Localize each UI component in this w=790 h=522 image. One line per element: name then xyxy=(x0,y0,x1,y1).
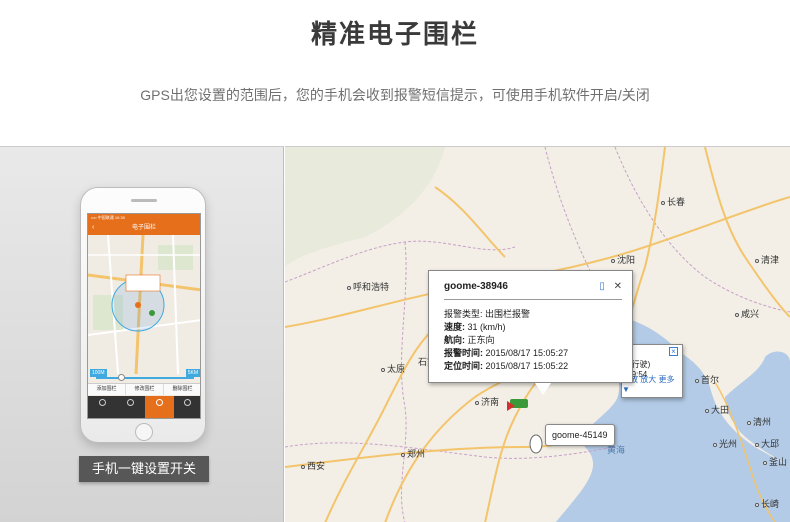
close-icon[interactable]: × xyxy=(669,347,678,356)
phone-screen: •••• 中国联通 10:35 ‹ 电子围栏 100M 5KM 添加围栏 修改围… xyxy=(87,213,201,419)
slider-track[interactable] xyxy=(96,377,194,379)
tab-location[interactable] xyxy=(88,396,117,418)
add-fence-button[interactable]: 添加围栏 xyxy=(88,384,126,395)
city-fushan: 釜山 xyxy=(763,455,787,468)
phone-speaker xyxy=(131,199,157,202)
city-qingjin: 清津 xyxy=(755,253,779,266)
radius-slider[interactable]: 100M 5KM xyxy=(88,369,200,381)
chevron-left-icon[interactable]: ‹ xyxy=(92,221,94,235)
popup-title: goome-38946 xyxy=(444,281,622,300)
car-icon xyxy=(127,399,135,406)
city-xian: 西安 xyxy=(301,459,325,472)
city-shenyang: 沈阳 xyxy=(611,253,635,266)
map-panel[interactable]: 长春 沈阳 呼和浩特 清津 咸兴 首尔 大田 清州 光州 大邱 釜山 太原 石家… xyxy=(285,146,790,522)
page-title: 精准电子围栏 xyxy=(310,19,479,49)
app-header-title: 电子围栏 xyxy=(131,225,156,231)
city-taiyuan: 太原 xyxy=(381,362,405,375)
info-icon xyxy=(184,399,192,406)
city-zhengzhou: 郑州 xyxy=(401,447,425,460)
city-daqiu: 大邱 xyxy=(755,437,779,450)
vehicle-marker-label[interactable]: goome-45149 xyxy=(545,424,615,446)
tab-user[interactable] xyxy=(145,396,174,418)
popup-row-alarm-time: 报警时间: 2015/08/17 15:05:27 xyxy=(444,348,569,358)
popup-row-alarm-type: 报警类型: 出围栏报警 xyxy=(444,309,531,319)
city-jinan: 济南 xyxy=(475,395,499,408)
popup-row-heading: 航向: 正东向 xyxy=(444,335,495,345)
city-changqi: 长崎 xyxy=(755,497,779,510)
location-icon xyxy=(98,399,106,406)
page-subtitle: GPS出您设置的范围后，您的手机会收到报警短信提示，可使用手机软件开启/关闭 xyxy=(140,87,650,103)
user-icon xyxy=(155,399,163,406)
alarm-info-popup: ▯ ✕ goome-38946 报警类型: 出围栏报警 速度: 31 (km/h… xyxy=(428,270,633,383)
city-changchun: 长春 xyxy=(661,195,685,208)
popup-icons: ▯ ✕ xyxy=(599,281,622,292)
app-header: ‹ 电子围栏 xyxy=(88,221,200,235)
one-click-setting-button: 手机一键设置开关 xyxy=(79,456,209,482)
popup-row-speed: 速度: 31 (km/h) xyxy=(444,322,506,332)
popup-pointer xyxy=(535,383,551,395)
slider-knob[interactable] xyxy=(118,374,125,381)
city-shouer: 首尔 xyxy=(695,373,719,386)
city-datian: 大田 xyxy=(705,403,729,416)
slider-max-label: 5KM xyxy=(185,369,200,377)
delete-fence-button[interactable]: 删除围栏 xyxy=(164,384,200,395)
city-xianxing: 咸兴 xyxy=(735,307,759,320)
app-tab-bar xyxy=(88,396,201,418)
edit-fence-button[interactable]: 修改围栏 xyxy=(126,384,164,395)
phone-mini-map[interactable] xyxy=(88,235,201,374)
phone-icon[interactable]: ▯ xyxy=(599,281,605,292)
status-bar: •••• 中国联通 10:35 xyxy=(88,214,200,221)
fence-actions: 添加围栏 修改围栏 删除围栏 xyxy=(88,383,200,395)
city-guangzhou: 光州 xyxy=(713,437,737,450)
slider-min-label: 100M xyxy=(90,369,107,377)
city-huhehaote: 呼和浩特 xyxy=(347,280,389,293)
phone-panel: •••• 中国联通 10:35 ‹ 电子围栏 100M 5KM 添加围栏 修改围… xyxy=(0,146,284,522)
tab-vehicle[interactable] xyxy=(117,396,146,418)
popup-row-position-time: 定位时间: 2015/08/17 15:05:22 xyxy=(444,361,569,371)
page: 精准电子围栏 GPS出您设置的范围后，您的手机会收到报警短信提示，可使用手机软件… xyxy=(0,0,790,522)
phone-home-button xyxy=(135,423,153,441)
city-qingzhou: 清州 xyxy=(747,415,771,428)
phone-mockup: •••• 中国联通 10:35 ‹ 电子围栏 100M 5KM 添加围栏 修改围… xyxy=(80,187,206,443)
close-icon[interactable]: ✕ xyxy=(614,281,622,292)
tab-info[interactable] xyxy=(174,396,201,418)
